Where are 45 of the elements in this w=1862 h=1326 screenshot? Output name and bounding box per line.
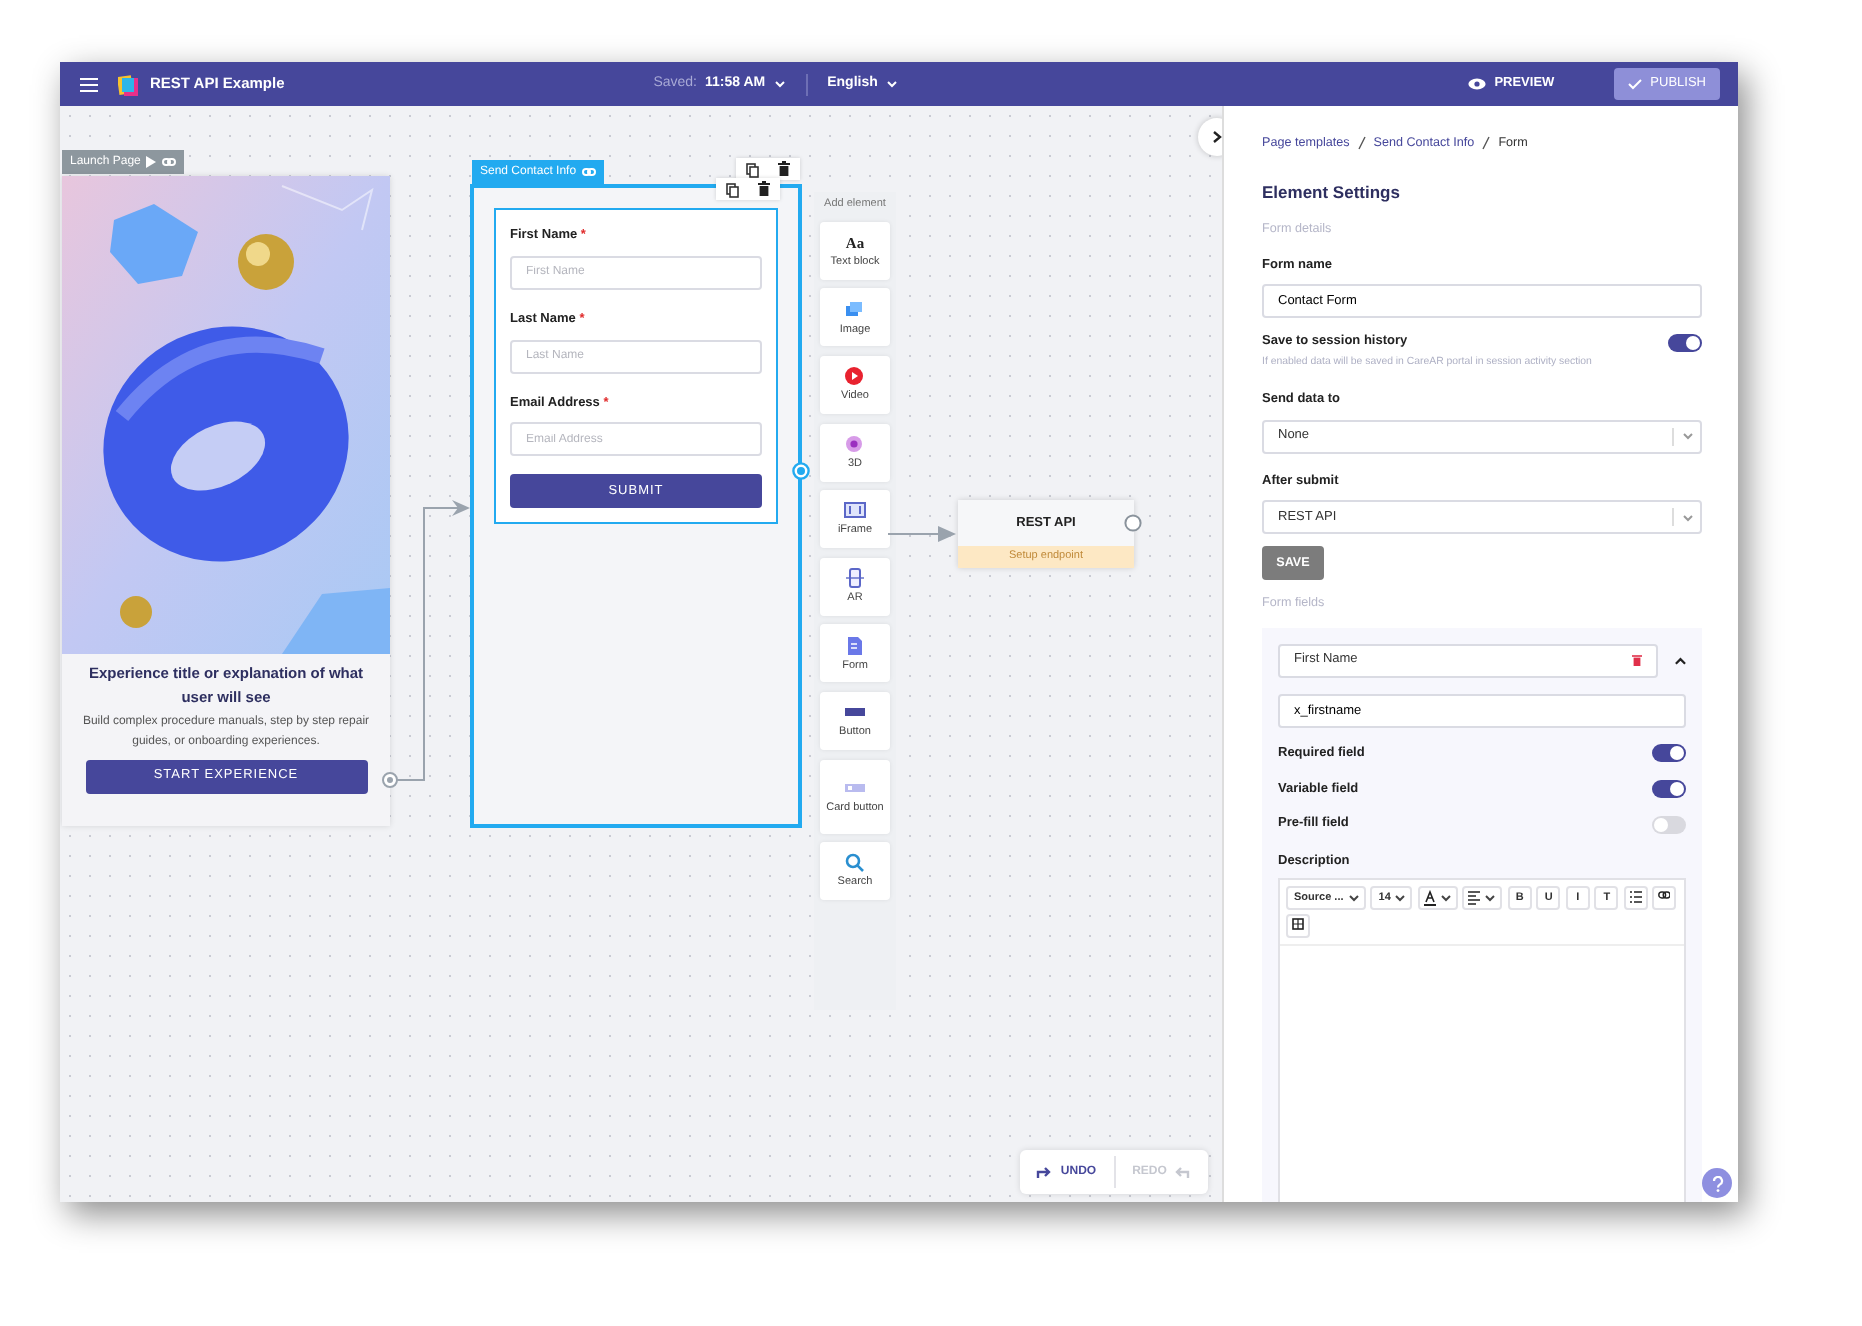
toolbar-button[interactable] — [1623, 885, 1648, 910]
toolbar-button[interactable] — [1286, 914, 1310, 939]
chevron-down-icon — [773, 80, 786, 88]
toggle-switch[interactable] — [1668, 333, 1702, 352]
chevron-down-icon — [1347, 893, 1360, 902]
table-icon — [1292, 918, 1304, 935]
search-icon — [844, 852, 866, 873]
chevron-down-icon — [885, 80, 898, 88]
menu-icon[interactable] — [80, 77, 98, 91]
chevron-down-icon — [1484, 893, 1497, 902]
chevron-down-icon — [1682, 432, 1694, 441]
image-icon — [844, 299, 866, 320]
slash-icon — [1482, 136, 1491, 150]
help-button[interactable] — [1702, 1168, 1732, 1198]
eye-icon — [1468, 78, 1487, 90]
check-icon — [1628, 78, 1643, 90]
slash-icon — [1357, 136, 1366, 150]
frame-icon — [844, 500, 866, 521]
align-icon — [1468, 889, 1481, 906]
text-color-icon — [1423, 889, 1436, 906]
play-icon — [146, 156, 157, 168]
panel-title: Element Settings — [1262, 180, 1402, 207]
document-icon — [844, 635, 866, 656]
chevron-right-icon — [1212, 130, 1222, 144]
toolbar-button[interactable] — [1652, 885, 1677, 910]
logo-icon — [118, 73, 138, 95]
chevron-up-icon[interactable] — [1673, 655, 1686, 666]
toolbar-button[interactable] — [1462, 885, 1503, 910]
toggle-switch[interactable] — [1652, 815, 1686, 834]
undo-icon — [1036, 1165, 1053, 1179]
phone-icon — [844, 568, 866, 589]
atom-icon — [844, 433, 866, 454]
connector-arrow — [888, 526, 956, 542]
link-icon — [162, 158, 177, 166]
question-icon — [1711, 1175, 1723, 1191]
chevron-down-icon — [1682, 513, 1694, 522]
toggle-switch[interactable] — [1652, 779, 1686, 798]
toggle-switch[interactable] — [1652, 744, 1686, 763]
toolbar-button[interactable] — [1417, 885, 1458, 910]
chevron-down-icon — [1439, 893, 1452, 902]
list-icon — [1629, 889, 1642, 906]
play-icon — [844, 366, 866, 387]
chevron-down-icon — [1394, 893, 1407, 902]
link-icon — [582, 168, 597, 176]
redo-icon — [1174, 1165, 1191, 1179]
